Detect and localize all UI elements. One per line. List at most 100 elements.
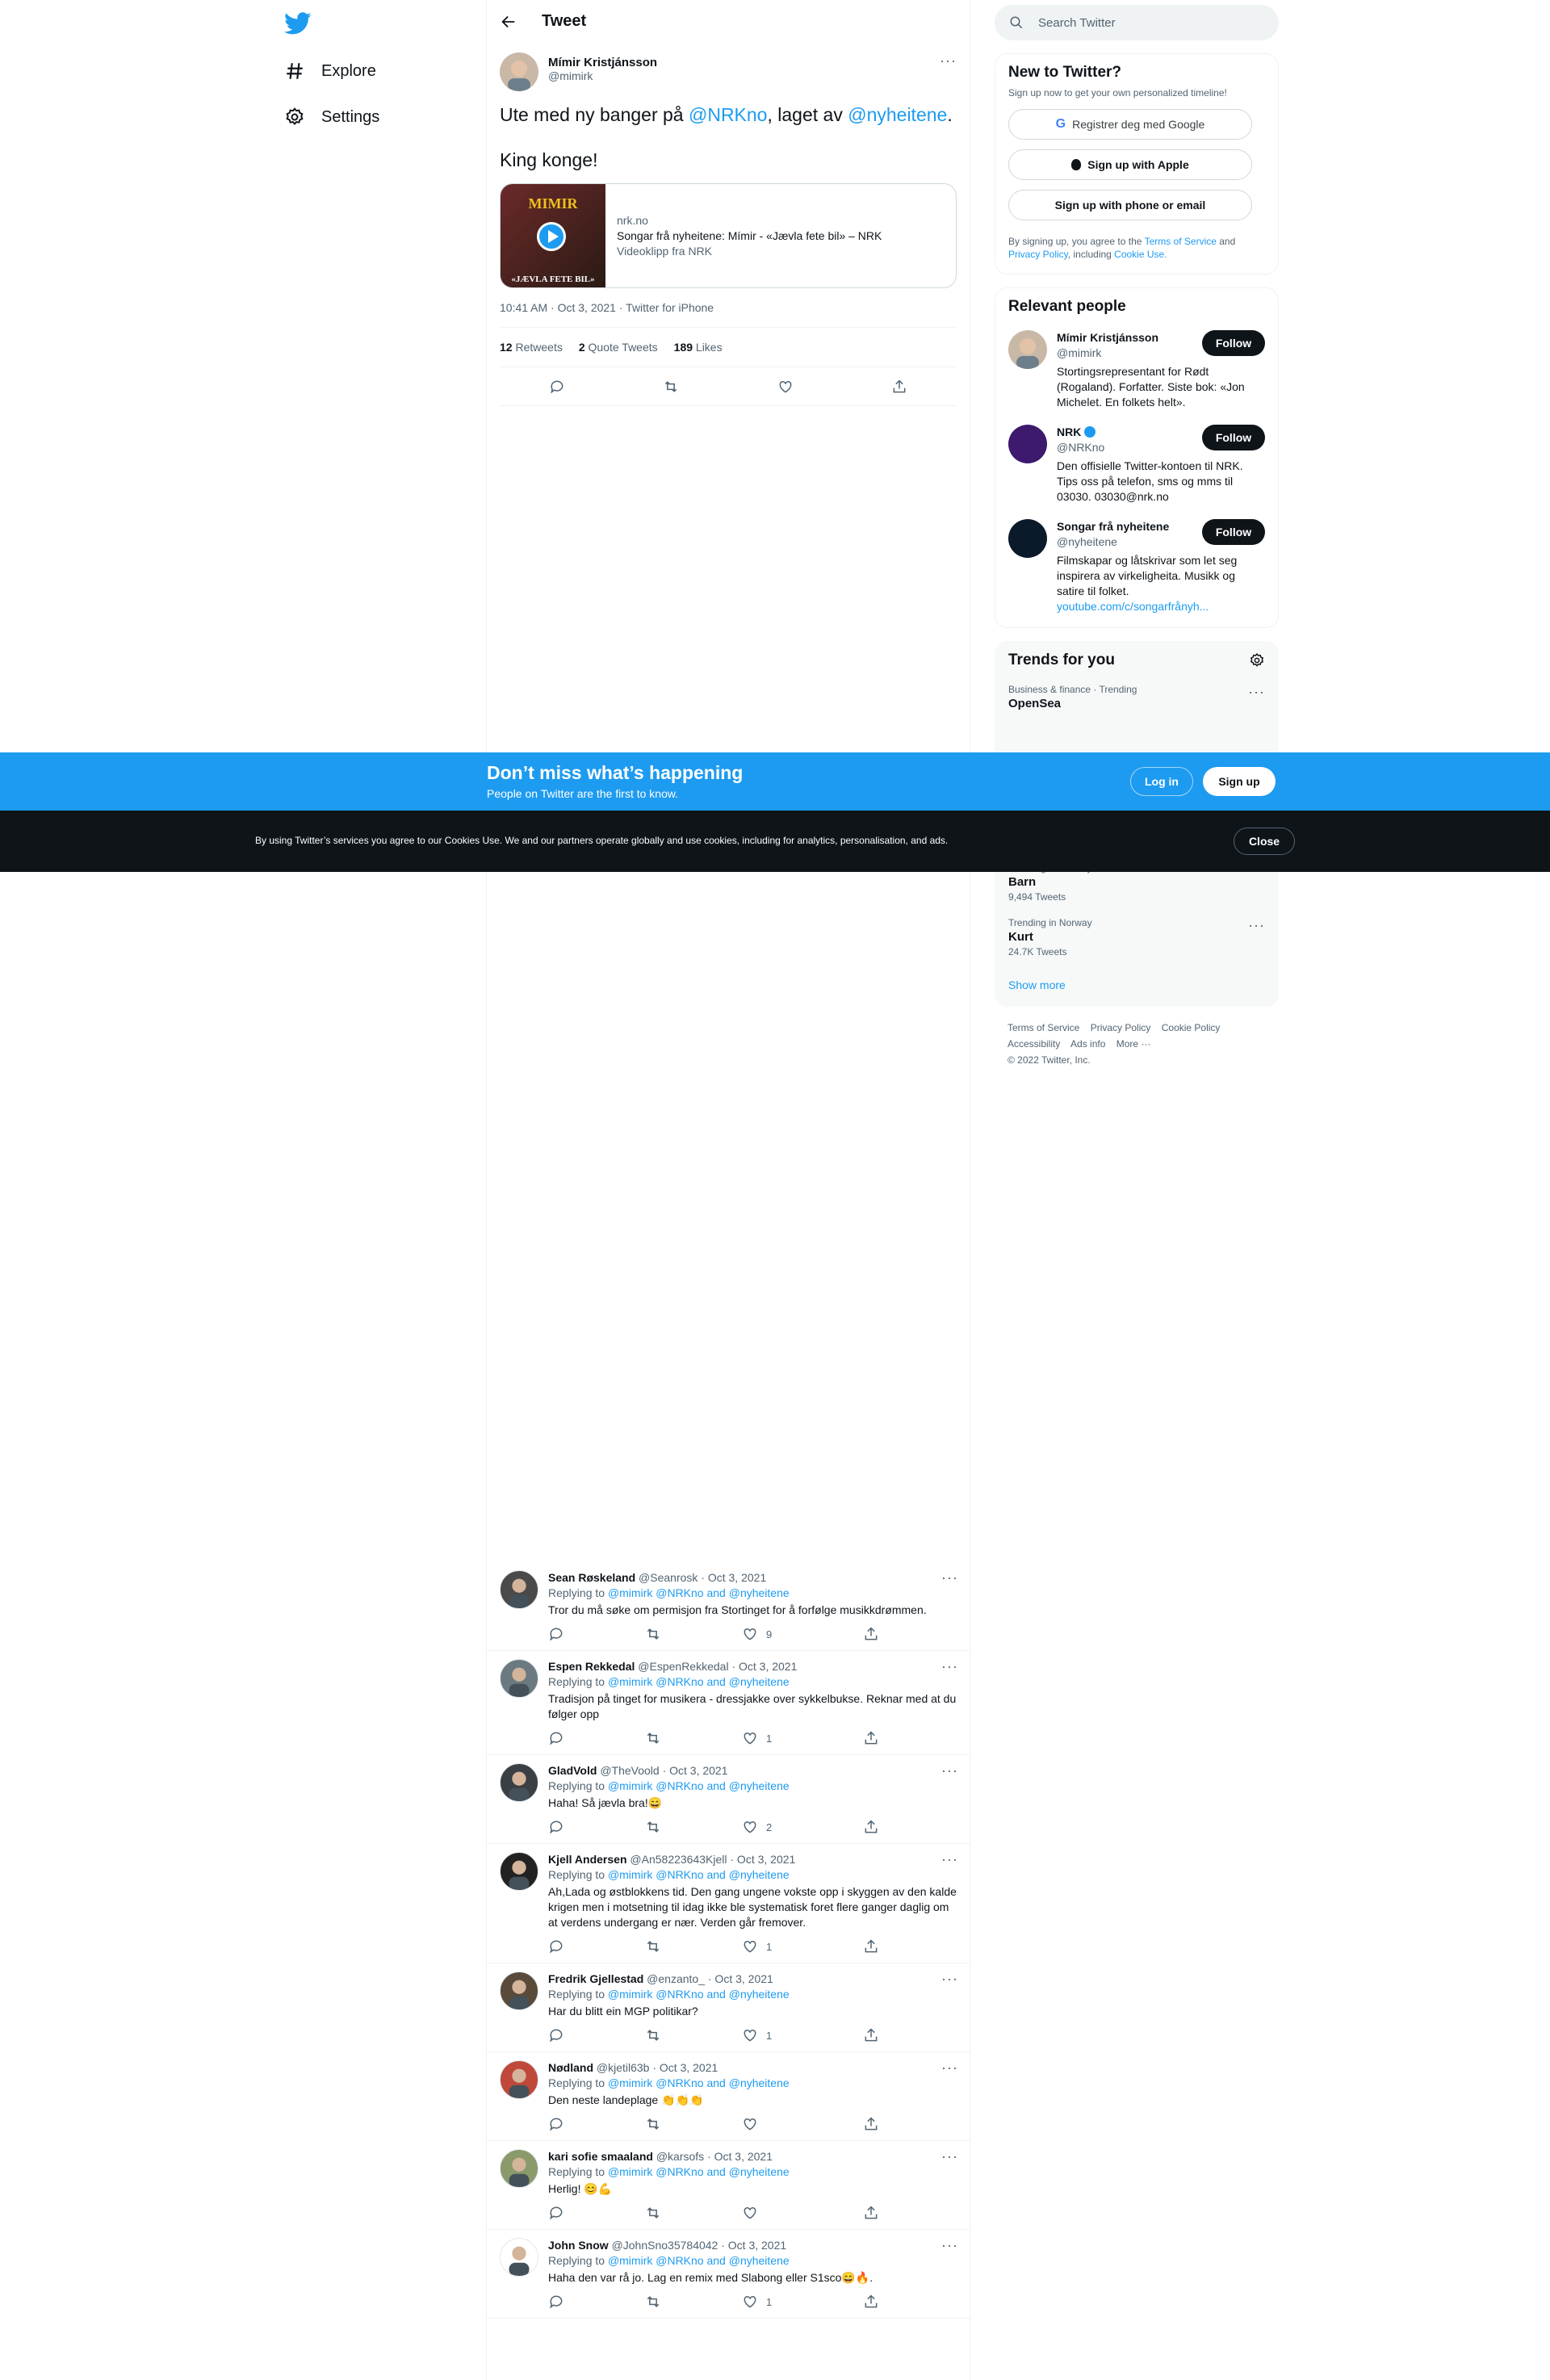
reply-tweet[interactable]: kari sofie smaaland @karsofs · Oct 3, 20…	[487, 2141, 971, 2230]
share-icon[interactable]	[891, 379, 907, 395]
card-thumbnail[interactable]: MIMIR «JÆVLA FETE BIL»	[501, 184, 605, 287]
apple-signup-button[interactable]: Sign up with Apple	[1008, 149, 1252, 180]
reply-meta[interactable]: @JohnSno35784042 · Oct 3, 2021	[612, 2239, 787, 2252]
likes-stat[interactable]: 189 Likes	[674, 341, 723, 354]
reply-tweet[interactable]: Espen Rekkedal @EspenRekkedal · Oct 3, 2…	[487, 1651, 971, 1755]
avatar[interactable]	[500, 1852, 538, 1891]
more-options-icon[interactable]: ···	[941, 2060, 958, 2076]
more-options-icon[interactable]: ···	[941, 1659, 958, 1674]
cookie-use-link[interactable]: Cookie Use.	[1114, 249, 1167, 260]
more-options-icon[interactable]: ···	[941, 1570, 958, 1586]
footer-accessibility[interactable]: Accessibility	[1008, 1038, 1060, 1050]
replying-to-mentions[interactable]: @mimirk @NRKno and @nyheitene	[608, 1779, 790, 1792]
reply-meta[interactable]: @enzanto_ · Oct 3, 2021	[647, 1972, 773, 1985]
cookie-close-button[interactable]: Close	[1234, 828, 1295, 855]
relevant-person[interactable]: NRK @NRKno Follow Den offisielle Twitter…	[1008, 425, 1265, 505]
share-button[interactable]	[863, 1938, 895, 1955]
reply-tweet[interactable]: Nødland @kjetil63b · Oct 3, 2021 ··· Rep…	[487, 2052, 971, 2141]
person-name[interactable]: NRK	[1057, 425, 1104, 440]
reply-button[interactable]	[548, 1626, 580, 1642]
person-link[interactable]: youtube.com/c/songarfrånyh...	[1057, 599, 1265, 614]
gear-icon[interactable]	[1249, 652, 1265, 668]
retweet-button[interactable]	[645, 1626, 677, 1642]
avatar[interactable]	[500, 52, 538, 91]
retweet-button[interactable]	[645, 1819, 677, 1835]
share-button[interactable]	[863, 2205, 895, 2221]
avatar[interactable]	[1008, 330, 1047, 369]
footer-tos[interactable]: Terms of Service	[1008, 1022, 1079, 1033]
retweets-stat[interactable]: 12 Retweets	[500, 341, 563, 354]
more-options-icon[interactable]: ···	[1248, 917, 1265, 957]
author-handle[interactable]: @mimirk	[548, 69, 657, 82]
reply-tweet[interactable]: Kjell Andersen @An58223643Kjell · Oct 3,…	[487, 1844, 971, 1963]
replying-to-mentions[interactable]: @mimirk @NRKno and @nyheitene	[608, 1988, 790, 2001]
like-button[interactable]: 1	[742, 2027, 798, 2043]
nav-settings[interactable]: Settings	[284, 99, 379, 135]
reply-author-name[interactable]: Nødland	[548, 2061, 593, 2074]
twitter-logo-icon[interactable]	[284, 10, 316, 42]
terms-link[interactable]: Terms of Service	[1145, 236, 1217, 247]
share-button[interactable]	[863, 1626, 895, 1642]
tweet-timestamp[interactable]: 10:41 AM · Oct 3, 2021 · Twitter for iPh…	[500, 288, 957, 327]
retweet-button[interactable]	[645, 1938, 677, 1955]
share-button[interactable]	[863, 1819, 895, 1835]
retweet-button[interactable]	[645, 1730, 677, 1746]
person-name[interactable]: Mímir Kristjánsson	[1057, 330, 1158, 346]
like-button[interactable]: 2	[742, 1819, 798, 1835]
person-handle[interactable]: @nyheitene	[1057, 534, 1169, 550]
reply-author-name[interactable]: Fredrik Gjellestad	[548, 1972, 643, 1985]
footer-cookie[interactable]: Cookie Policy	[1162, 1022, 1221, 1033]
reply-meta[interactable]: @Seanrosk · Oct 3, 2021	[639, 1571, 766, 1584]
reply-author-name[interactable]: John Snow	[548, 2239, 609, 2252]
retweet-button[interactable]	[645, 2294, 677, 2310]
retweet-button[interactable]	[645, 2205, 677, 2221]
signup-button[interactable]: Sign up	[1203, 767, 1276, 796]
person-handle[interactable]: @mimirk	[1057, 346, 1158, 361]
nav-explore[interactable]: Explore	[284, 53, 376, 89]
reply-author-name[interactable]: kari sofie smaaland	[548, 2150, 653, 2163]
retweet-icon[interactable]	[663, 379, 679, 395]
relevant-person[interactable]: Mímir Kristjánsson @mimirk Follow Storti…	[1008, 330, 1265, 410]
replying-to-mentions[interactable]: @mimirk @NRKno and @nyheitene	[608, 2165, 790, 2178]
trend-item[interactable]: Business & finance · Trending OpenSea ··…	[1008, 684, 1265, 713]
avatar[interactable]	[500, 2238, 538, 2277]
reply-button[interactable]	[548, 2205, 580, 2221]
footer-privacy[interactable]: Privacy Policy	[1091, 1022, 1151, 1033]
show-more-link[interactable]: Show more	[1008, 978, 1265, 991]
reply-meta[interactable]: @An58223643Kjell · Oct 3, 2021	[630, 1853, 795, 1866]
like-button[interactable]: 9	[742, 1626, 798, 1642]
back-arrow-icon[interactable]	[500, 13, 517, 31]
more-options-icon[interactable]: ···	[1248, 684, 1265, 713]
retweet-button[interactable]	[645, 2116, 677, 2132]
person-name[interactable]: Songar frå nyheitene	[1057, 519, 1169, 534]
reply-author-name[interactable]: Sean Røskeland	[548, 1571, 635, 1584]
more-options-icon[interactable]: ···	[941, 1971, 958, 1987]
like-button[interactable]: 1	[742, 1938, 798, 1955]
like-icon[interactable]	[777, 379, 794, 395]
replying-to-mentions[interactable]: @mimirk @NRKno and @nyheitene	[608, 1586, 790, 1599]
phone-signup-button[interactable]: Sign up with phone or email	[1008, 190, 1252, 220]
more-options-icon[interactable]: ···	[941, 2238, 958, 2253]
follow-button[interactable]: Follow	[1202, 330, 1265, 356]
avatar[interactable]	[500, 1570, 538, 1609]
like-button[interactable]	[742, 2116, 798, 2132]
reply-meta[interactable]: @EspenRekkedal · Oct 3, 2021	[638, 1660, 797, 1673]
retweet-button[interactable]	[645, 2027, 677, 2043]
relevant-person[interactable]: Songar frå nyheitene @nyheitene Follow F…	[1008, 519, 1265, 614]
avatar[interactable]	[1008, 425, 1047, 463]
reply-tweet[interactable]: Fredrik Gjellestad @enzanto_ · Oct 3, 20…	[487, 1963, 971, 2052]
reply-tweet[interactable]: John Snow @JohnSno35784042 · Oct 3, 2021…	[487, 2230, 971, 2319]
reply-icon[interactable]	[549, 379, 565, 395]
share-button[interactable]	[863, 1730, 895, 1746]
reply-button[interactable]	[548, 1819, 580, 1835]
author-name[interactable]: Mímir Kristjánsson	[548, 56, 657, 69]
avatar[interactable]	[1008, 519, 1047, 558]
reply-author-name[interactable]: GladVold	[548, 1764, 597, 1777]
follow-button[interactable]: Follow	[1202, 425, 1265, 450]
link-card[interactable]: MIMIR «JÆVLA FETE BIL» nrk.no Songar frå…	[500, 183, 957, 288]
share-button[interactable]	[863, 2294, 895, 2310]
replying-to-mentions[interactable]: @mimirk @NRKno and @nyheitene	[608, 2254, 790, 2267]
play-icon[interactable]	[537, 222, 566, 251]
avatar[interactable]	[500, 1659, 538, 1698]
avatar[interactable]	[500, 1971, 538, 2010]
